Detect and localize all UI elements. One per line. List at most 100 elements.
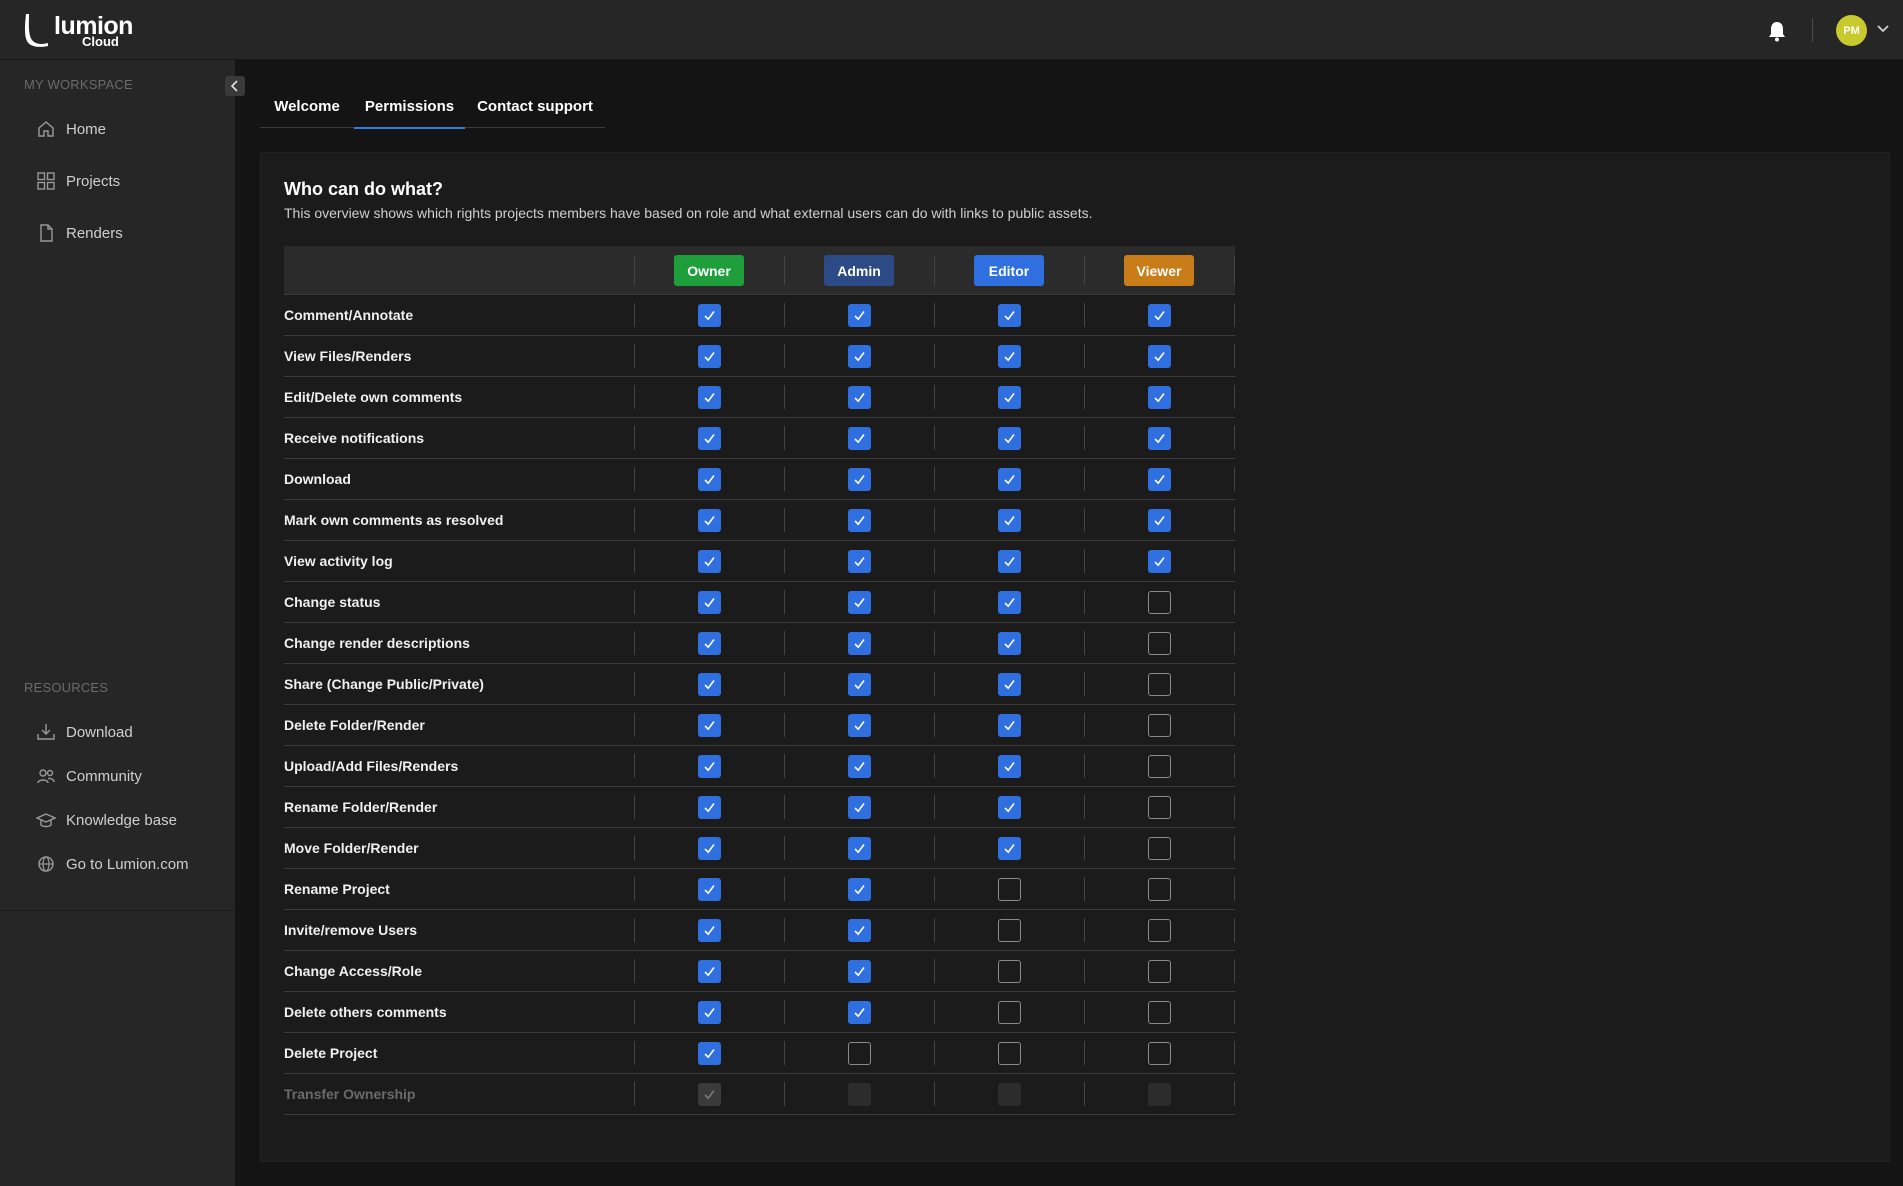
permission-checkbox-editor[interactable]: [997, 714, 1021, 737]
permission-checkbox-editor[interactable]: [997, 837, 1021, 860]
permission-checkbox-editor[interactable]: [997, 468, 1021, 491]
permission-checkbox-editor[interactable]: [997, 960, 1021, 983]
permission-checkbox-admin[interactable]: [847, 468, 871, 491]
permission-checkbox-editor[interactable]: [997, 304, 1021, 327]
permission-checkbox-editor[interactable]: [997, 878, 1021, 901]
permission-label: Share (Change Public/Private): [284, 676, 484, 692]
permission-row: Comment/Annotate: [284, 295, 1235, 336]
permission-checkbox-viewer[interactable]: [1147, 796, 1171, 819]
permission-checkbox-viewer[interactable]: [1147, 591, 1171, 614]
permission-checkbox-admin[interactable]: [847, 509, 871, 532]
sidebar-item-community[interactable]: Community: [36, 764, 142, 788]
sidebar-item-knowledge-base[interactable]: Knowledge base: [36, 808, 177, 832]
permission-checkbox-viewer[interactable]: [1147, 468, 1171, 491]
permission-checkbox-admin[interactable]: [847, 878, 871, 901]
tab-permissions[interactable]: Permissions: [354, 84, 465, 129]
permission-checkbox-editor[interactable]: [997, 345, 1021, 368]
permission-checkbox-editor[interactable]: [997, 591, 1021, 614]
permission-checkbox-owner[interactable]: [697, 468, 721, 491]
permission-checkbox-editor[interactable]: [997, 427, 1021, 450]
permission-checkbox-owner[interactable]: [697, 1042, 721, 1065]
permission-checkbox-viewer[interactable]: [1147, 550, 1171, 573]
permission-checkbox-admin[interactable]: [847, 345, 871, 368]
sidebar-item-projects[interactable]: Projects: [36, 169, 120, 193]
sidebar-item-lumion-com[interactable]: Go to Lumion.com: [36, 852, 189, 876]
permission-checkbox-viewer[interactable]: [1147, 304, 1171, 327]
permission-checkbox-admin[interactable]: [847, 755, 871, 778]
permission-checkbox-editor[interactable]: [997, 1001, 1021, 1024]
permission-checkbox-owner[interactable]: [697, 755, 721, 778]
permission-checkbox-editor[interactable]: [997, 673, 1021, 696]
permission-checkbox-editor[interactable]: [997, 796, 1021, 819]
permission-checkbox-viewer[interactable]: [1147, 509, 1171, 532]
sidebar-item-home[interactable]: Home: [36, 117, 106, 141]
permission-checkbox-editor[interactable]: [997, 509, 1021, 532]
permission-checkbox-owner[interactable]: [697, 878, 721, 901]
permission-checkbox-viewer[interactable]: [1147, 837, 1171, 860]
permission-checkbox-owner[interactable]: [697, 345, 721, 368]
checkmark-icon: [1003, 598, 1015, 608]
permission-checkbox-admin[interactable]: [847, 673, 871, 696]
permission-checkbox-admin[interactable]: [847, 919, 871, 942]
permission-checkbox-admin[interactable]: [847, 550, 871, 573]
permission-checkbox-viewer[interactable]: [1147, 345, 1171, 368]
permission-checkbox-viewer[interactable]: [1147, 427, 1171, 450]
permission-checkbox-viewer[interactable]: [1147, 1042, 1171, 1065]
sidebar-item-renders[interactable]: Renders: [36, 221, 123, 245]
lumion-logo[interactable]: lumion Cloud: [24, 12, 134, 49]
column-divider: [934, 344, 935, 368]
permission-checkbox-owner[interactable]: [697, 960, 721, 983]
permission-checkbox-owner[interactable]: [697, 714, 721, 737]
permission-checkbox-viewer[interactable]: [1147, 755, 1171, 778]
permission-checkbox-admin[interactable]: [847, 304, 871, 327]
permission-checkbox-admin[interactable]: [847, 714, 871, 737]
permission-checkbox-viewer[interactable]: [1147, 386, 1171, 409]
permission-checkbox-viewer[interactable]: [1147, 714, 1171, 737]
permission-checkbox-admin[interactable]: [847, 386, 871, 409]
permission-checkbox-admin[interactable]: [847, 796, 871, 819]
permission-checkbox-viewer[interactable]: [1147, 1001, 1171, 1024]
permission-checkbox-owner[interactable]: [697, 796, 721, 819]
permission-checkbox-owner[interactable]: [697, 550, 721, 573]
permission-checkbox-owner[interactable]: [697, 1001, 721, 1024]
permission-checkbox-owner[interactable]: [697, 837, 721, 860]
permission-checkbox-editor[interactable]: [997, 632, 1021, 655]
chevron-down-icon[interactable]: [1876, 24, 1890, 34]
permission-checkbox-editor[interactable]: [997, 550, 1021, 573]
permission-checkbox-owner[interactable]: [697, 673, 721, 696]
user-avatar[interactable]: PM: [1836, 15, 1867, 46]
permission-checkbox-owner[interactable]: [697, 427, 721, 450]
permission-checkbox-admin[interactable]: [847, 837, 871, 860]
permission-checkbox-admin[interactable]: [847, 427, 871, 450]
sidebar-item-download[interactable]: Download: [36, 720, 133, 744]
permission-checkbox-editor[interactable]: [997, 1042, 1021, 1065]
permission-checkbox-owner[interactable]: [697, 632, 721, 655]
permission-checkbox-admin[interactable]: [847, 960, 871, 983]
tab-welcome[interactable]: Welcome: [260, 84, 354, 128]
permission-checkbox-owner[interactable]: [697, 304, 721, 327]
permission-checkbox-admin[interactable]: [847, 1042, 871, 1065]
permission-checkbox-admin[interactable]: [847, 632, 871, 655]
permission-checkbox-owner[interactable]: [697, 919, 721, 942]
permission-checkbox-editor[interactable]: [997, 919, 1021, 942]
permission-checkbox-owner[interactable]: [697, 386, 721, 409]
checkmark-icon: [703, 680, 715, 690]
column-divider: [784, 508, 785, 532]
permission-checkbox-viewer[interactable]: [1147, 632, 1171, 655]
permission-checkbox-admin[interactable]: [847, 1001, 871, 1024]
collapse-sidebar-button[interactable]: [225, 76, 245, 96]
tab-contact-support[interactable]: Contact support: [465, 84, 605, 128]
notification-bell-icon[interactable]: [1767, 20, 1787, 42]
permission-checkbox-viewer[interactable]: [1147, 919, 1171, 942]
permission-checkbox-viewer[interactable]: [1147, 960, 1171, 983]
permission-checkbox-owner[interactable]: [697, 509, 721, 532]
permission-checkbox-viewer[interactable]: [1147, 878, 1171, 901]
permission-checkbox-editor[interactable]: [997, 755, 1021, 778]
permission-checkbox-owner[interactable]: [697, 591, 721, 614]
permission-checkbox-editor[interactable]: [997, 386, 1021, 409]
column-divider: [784, 877, 785, 901]
checkmark-icon: [703, 516, 715, 526]
permission-checkbox-viewer[interactable]: [1147, 673, 1171, 696]
column-divider: [1084, 467, 1085, 491]
permission-checkbox-admin[interactable]: [847, 591, 871, 614]
